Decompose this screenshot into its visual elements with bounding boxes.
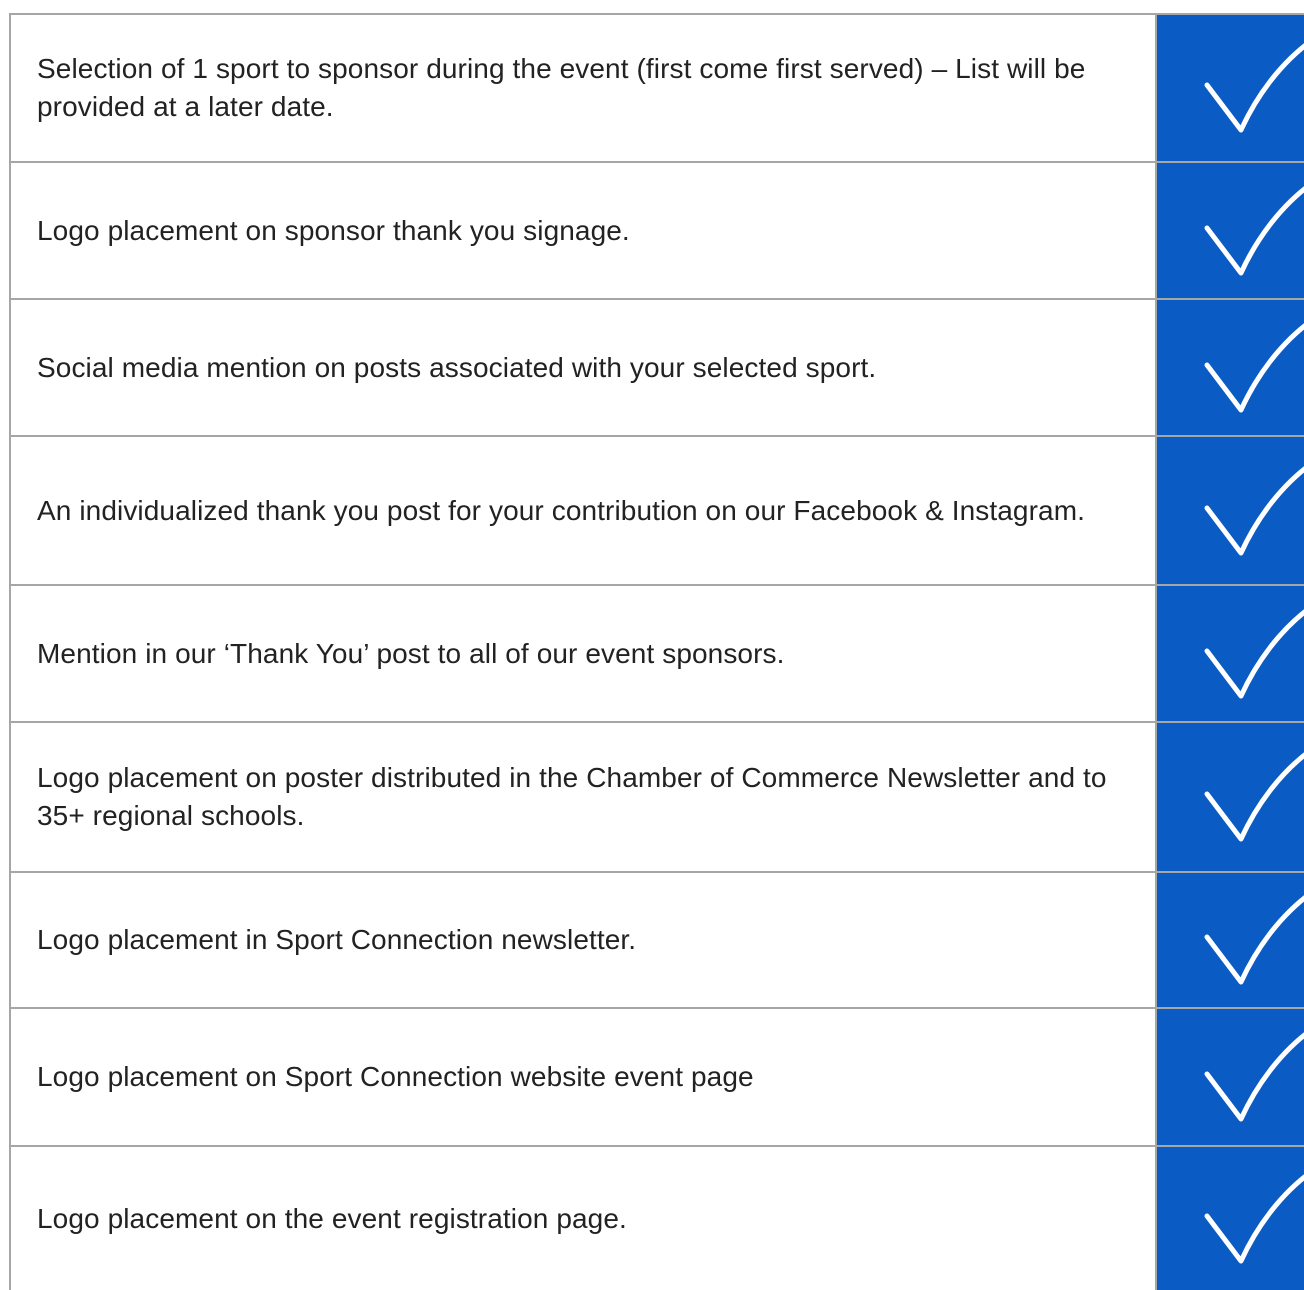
benefit-text: Selection of 1 sport to sponsor during t… bbox=[10, 14, 1156, 162]
checkmark-icon bbox=[1197, 33, 1304, 143]
benefit-row: Logo placement on Sport Connection websi… bbox=[10, 1008, 1304, 1146]
benefit-row: Logo placement on sponsor thank you sign… bbox=[10, 162, 1304, 299]
benefit-row: Social media mention on posts associated… bbox=[10, 299, 1304, 436]
checkmark-icon bbox=[1197, 885, 1304, 995]
checkmark-icon bbox=[1197, 313, 1304, 423]
benefit-text: Logo placement on sponsor thank you sign… bbox=[10, 162, 1156, 299]
benefit-text: Logo placement in Sport Connection newsl… bbox=[10, 872, 1156, 1008]
benefit-text: Logo placement on Sport Connection websi… bbox=[10, 1008, 1156, 1146]
benefit-row: Logo placement on the event registration… bbox=[10, 1146, 1304, 1290]
benefit-check-cell bbox=[1156, 872, 1304, 1008]
benefit-text: Social media mention on posts associated… bbox=[10, 299, 1156, 436]
benefit-check-cell bbox=[1156, 14, 1304, 162]
benefit-check-cell bbox=[1156, 585, 1304, 722]
benefit-check-cell bbox=[1156, 436, 1304, 585]
checkmark-icon bbox=[1197, 1164, 1304, 1274]
benefit-check-cell bbox=[1156, 1146, 1304, 1290]
checkmark-icon bbox=[1197, 742, 1304, 852]
benefit-check-cell bbox=[1156, 1008, 1304, 1146]
benefit-text: Logo placement on poster distributed in … bbox=[10, 722, 1156, 872]
benefit-text: Mention in our ‘Thank You’ post to all o… bbox=[10, 585, 1156, 722]
benefit-row: Selection of 1 sport to sponsor during t… bbox=[10, 14, 1304, 162]
checkmark-icon bbox=[1197, 176, 1304, 286]
benefit-row: Mention in our ‘Thank You’ post to all o… bbox=[10, 585, 1304, 722]
benefit-check-cell bbox=[1156, 299, 1304, 436]
checkmark-icon bbox=[1197, 1022, 1304, 1132]
benefit-text: Logo placement on the event registration… bbox=[10, 1146, 1156, 1290]
benefit-text: An individualized thank you post for you… bbox=[10, 436, 1156, 585]
sponsor-benefits-table: Selection of 1 sport to sponsor during t… bbox=[9, 13, 1304, 1290]
benefit-row: Logo placement in Sport Connection newsl… bbox=[10, 872, 1304, 1008]
benefit-row: Logo placement on poster distributed in … bbox=[10, 722, 1304, 872]
benefit-check-cell bbox=[1156, 722, 1304, 872]
benefit-row: An individualized thank you post for you… bbox=[10, 436, 1304, 585]
benefit-check-cell bbox=[1156, 162, 1304, 299]
checkmark-icon bbox=[1197, 599, 1304, 709]
checkmark-icon bbox=[1197, 456, 1304, 566]
